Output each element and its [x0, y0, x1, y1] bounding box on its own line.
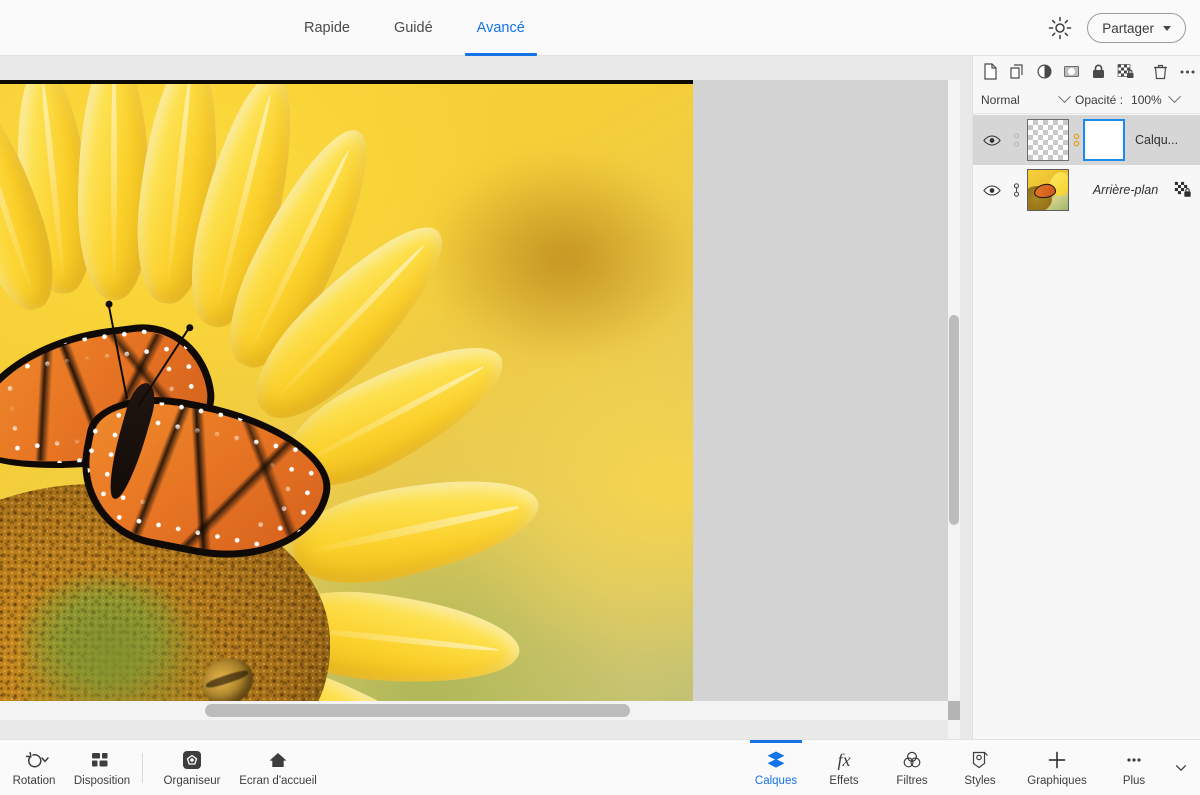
canvas-area[interactable] — [0, 56, 972, 739]
canvas-vertical-scrollbar-thumb[interactable] — [949, 315, 959, 525]
scrollbar-corner — [948, 701, 960, 720]
bottom-bar: Rotation Disposition Organiseur Ecran d'… — [0, 739, 1200, 795]
layers-panel: Normal Opacité : 100% Calqu... Arrière-p… — [972, 56, 1200, 739]
document-image — [0, 84, 693, 718]
mode-tab-rapide[interactable]: Rapide — [300, 0, 354, 56]
bottom-item-styles-label: Styles — [964, 775, 996, 787]
bottom-item-disposition[interactable]: Disposition — [68, 740, 136, 795]
opacity-select[interactable]: 100% — [1131, 89, 1181, 111]
layout-icon — [91, 749, 113, 771]
layer-thumbnail[interactable] — [1027, 169, 1069, 211]
layer-properties-row: Normal Opacité : 100% — [973, 86, 1200, 114]
layer-mask-icon[interactable] — [1062, 62, 1081, 81]
layer-lock-icon[interactable] — [1172, 181, 1194, 199]
opacity-value: 100% — [1131, 92, 1162, 107]
lock-transparency-icon[interactable] — [1116, 62, 1135, 81]
bottom-bar-divider — [142, 753, 143, 783]
mode-tab-avance[interactable]: Avancé — [464, 0, 537, 56]
layer-list: Calqu... Arrière-plan — [973, 115, 1200, 739]
top-bar: Rapide Guidé Avancé Partager — [0, 0, 1200, 56]
ellipsis-icon — [1122, 749, 1146, 771]
bottom-item-plus-label: Plus — [1122, 775, 1146, 787]
mode-tab-guide[interactable]: Guidé — [390, 0, 437, 56]
svg-text:fx: fx — [838, 750, 851, 770]
layer-mask-thumbnail[interactable] — [1083, 119, 1125, 161]
canvas-horizontal-scrollbar-thumb[interactable] — [205, 704, 630, 717]
layer-visibility-toggle[interactable] — [979, 184, 1005, 197]
more-options-icon[interactable] — [1178, 62, 1197, 81]
lock-icon[interactable] — [1089, 62, 1108, 81]
top-bar-actions: Partager — [1047, 0, 1186, 56]
plus-icon — [1046, 749, 1068, 771]
rotate-icon — [17, 749, 51, 771]
expand-panel-chevron-down-icon[interactable] — [1168, 740, 1194, 795]
mask-link-icon[interactable] — [1069, 131, 1083, 149]
share-button[interactable]: Partager — [1087, 13, 1186, 43]
layer-row-1[interactable]: Calqu... — [973, 115, 1200, 165]
fx-icon: fx — [831, 749, 857, 771]
brightness-icon[interactable] — [1047, 15, 1073, 41]
bottom-item-calques[interactable]: Calques — [742, 740, 810, 795]
bottom-item-calques-label: Calques — [754, 775, 798, 787]
bottom-item-rotation[interactable]: Rotation — [0, 740, 68, 795]
bottom-item-styles[interactable]: Styles — [946, 740, 1014, 795]
layer-row-background[interactable]: Arrière-plan — [973, 165, 1200, 215]
duplicate-layer-icon[interactable] — [1008, 62, 1027, 81]
opacity-label: Opacité : — [1075, 92, 1124, 107]
bottom-bar-right-group: Calques fx Effets Filtres Styles Graphiq… — [742, 740, 1194, 795]
canvas-vertical-scrollbar[interactable] — [948, 80, 960, 739]
home-icon — [267, 749, 289, 771]
bottom-item-disposition-label: Disposition — [73, 775, 131, 787]
layer-thumbnail[interactable] — [1027, 119, 1069, 161]
layer-link-icon[interactable] — [1005, 182, 1027, 198]
blend-mode-value: Normal — [981, 92, 1020, 107]
bottom-item-plus[interactable]: Plus — [1100, 740, 1168, 795]
mode-tab-group: Rapide Guidé Avancé — [300, 0, 537, 56]
bottom-item-ecran-accueil-label: Ecran d'accueil — [239, 775, 317, 787]
document-canvas[interactable] — [0, 80, 693, 718]
chevron-down-icon — [1167, 90, 1181, 104]
layer-link-icon[interactable] — [1005, 132, 1027, 148]
layers-panel-toolbar — [973, 56, 1200, 86]
layer-name-label: Calqu... — [1135, 133, 1179, 147]
share-button-label: Partager — [1102, 20, 1154, 36]
styles-icon — [968, 749, 992, 771]
bottom-item-filtres-label: Filtres — [896, 775, 928, 787]
filters-icon — [900, 749, 924, 771]
canvas-workspace[interactable] — [0, 80, 960, 739]
new-layer-icon[interactable] — [981, 62, 1000, 81]
layer-visibility-toggle[interactable] — [979, 134, 1005, 147]
bottom-item-effets-label: Effets — [829, 775, 859, 787]
blend-mode-select[interactable]: Normal — [981, 89, 1071, 111]
bottom-item-rotation-label: Rotation — [12, 775, 56, 787]
canvas-horizontal-scrollbar[interactable] — [0, 701, 960, 720]
bottom-item-graphiques-label: Graphiques — [1027, 775, 1087, 787]
mode-tab-guide-label: Guidé — [393, 20, 433, 36]
bottom-item-ecran-accueil[interactable]: Ecran d'accueil — [235, 740, 321, 795]
layers-icon — [764, 749, 788, 771]
chevron-down-icon — [1163, 25, 1171, 31]
adjustment-layer-icon[interactable] — [1035, 62, 1054, 81]
bottom-item-graphiques[interactable]: Graphiques — [1014, 740, 1100, 795]
bottom-item-organiseur-label: Organiseur — [163, 775, 221, 787]
mode-tab-avance-label: Avancé — [476, 20, 525, 36]
bottom-item-organiseur[interactable]: Organiseur — [149, 740, 235, 795]
chevron-down-icon — [1058, 90, 1071, 104]
organizer-icon — [181, 749, 203, 771]
mode-tab-rapide-label: Rapide — [304, 20, 350, 36]
bottom-bar-left-group: Rotation Disposition Organiseur Ecran d'… — [0, 740, 321, 795]
bottom-item-filtres[interactable]: Filtres — [878, 740, 946, 795]
application-window: Rapide Guidé Avancé Partager Normal Opac… — [0, 0, 1200, 795]
layer-name-label: Arrière-plan — [1092, 183, 1159, 197]
trash-icon[interactable] — [1151, 62, 1170, 81]
bottom-item-effets[interactable]: fx Effets — [810, 740, 878, 795]
butterfly — [0, 300, 360, 639]
